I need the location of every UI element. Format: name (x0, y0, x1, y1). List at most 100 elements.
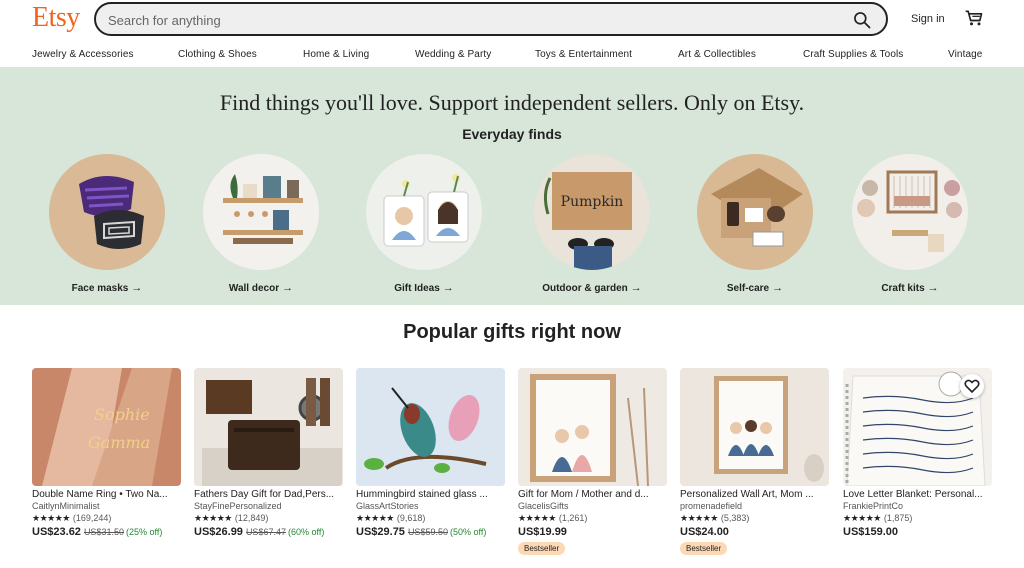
sale-price: US$24.00 (680, 526, 729, 538)
product-price: US$23.62 US$31.50 (25% off) (32, 526, 181, 538)
product-title[interactable]: Gift for Mom / Mother and d... (518, 489, 667, 500)
star-rating-icon: ★★★★★ (843, 513, 881, 523)
discount-label: (50% off) (449, 527, 487, 537)
everyday-find-gift-ideas[interactable]: Gift Ideas → (365, 154, 483, 294)
discount-label: (25% off) (125, 527, 163, 537)
category-jewelry[interactable]: Jewelry & Accessories (32, 49, 134, 60)
product-rating: ★★★★★ (9,618) (356, 513, 505, 524)
hero-subtitle: Everyday finds (462, 126, 562, 142)
header: Etsy Sign in (0, 0, 1024, 40)
self-care-label: Self-care → (726, 282, 784, 294)
product-title[interactable]: Hummingbird stained glass ... (356, 489, 505, 500)
product-title[interactable]: Double Name Ring • Two Na... (32, 489, 181, 500)
everyday-find-wall-decor[interactable]: Wall decor → (202, 154, 320, 294)
outdoor-garden-image: Pumpkin (534, 154, 650, 270)
category-art[interactable]: Art & Collectibles (678, 49, 756, 60)
product-price: US$159.00 (843, 526, 992, 538)
face-masks-label: Face masks → (71, 282, 143, 294)
product-card[interactable]: Gift for Mom / Mother and d... GlacelisG… (518, 368, 667, 556)
product-title[interactable]: Love Letter Blanket: Personal... (843, 489, 992, 500)
category-vintage[interactable]: Vintage (948, 49, 982, 60)
craft-kits-image (852, 154, 968, 270)
category-clothing[interactable]: Clothing & Shoes (178, 49, 257, 60)
product-rating: ★★★★★ (5,383) (680, 513, 829, 524)
product-image[interactable] (518, 368, 667, 486)
product-image[interactable]: Sophie Gamma (32, 368, 181, 486)
outdoor-garden-label: Outdoor & garden → (542, 282, 642, 294)
category-toys[interactable]: Toys & Entertainment (535, 49, 632, 60)
self-care-image (697, 154, 813, 270)
shop-name: GlacelisGifts (518, 501, 569, 511)
product-rating: ★★★★★ (169,244) (32, 513, 181, 524)
sign-in-link[interactable]: Sign in (911, 13, 945, 25)
product-card[interactable]: Love Letter Blanket: Personal... Frankie… (843, 368, 992, 538)
shop-name: FrankiePrintCo (843, 501, 904, 511)
sale-price: US$19.99 (518, 526, 567, 538)
sale-price: US$29.75 (356, 526, 405, 538)
bestseller-badge: Bestseller (680, 542, 728, 555)
face-masks-image (49, 154, 165, 270)
star-rating-icon: ★★★★★ (32, 513, 70, 523)
everyday-find-self-care[interactable]: Self-care → (696, 154, 814, 294)
star-rating-icon: ★★★★★ (356, 513, 394, 523)
product-title[interactable]: Personalized Wall Art, Mom ... (680, 489, 829, 500)
everyday-find-face-masks[interactable]: Face masks → (48, 154, 166, 294)
arrow-right-icon: → (630, 282, 642, 294)
heart-icon (964, 379, 980, 394)
product-rating: ★★★★★ (12,849) (194, 513, 343, 524)
product-card[interactable]: Hummingbird stained glass ... GlassArtSt… (356, 368, 505, 538)
product-title[interactable]: Fathers Day Gift for Dad,Pers... (194, 489, 343, 500)
category-wedding[interactable]: Wedding & Party (415, 49, 491, 60)
product-image[interactable] (680, 368, 829, 486)
svg-text:Sophie: Sophie (94, 405, 150, 424)
sale-price: US$159.00 (843, 526, 899, 538)
everyday-find-outdoor-garden[interactable]: Pumpkin Outdoor & garden → (533, 154, 651, 294)
review-count: (1,875) (883, 513, 913, 523)
category-home[interactable]: Home & Living (303, 49, 369, 60)
product-price: US$24.00 (680, 526, 829, 538)
product-rating: ★★★★★ (1,261) (518, 513, 667, 524)
wall-decor-label: Wall decor → (228, 282, 294, 294)
svg-text:Gamma: Gamma (88, 433, 150, 452)
search-input[interactable] (108, 10, 828, 30)
product-image[interactable] (194, 368, 343, 486)
search-icon[interactable] (852, 10, 872, 30)
popular-gifts-title: Popular gifts right now (403, 321, 621, 343)
product-price: US$29.75 US$59.50 (50% off) (356, 526, 505, 538)
product-image[interactable] (843, 368, 992, 486)
svg-text:Pumpkin: Pumpkin (561, 194, 624, 210)
everyday-find-craft-kits[interactable]: Craft kits → (851, 154, 969, 294)
product-card[interactable]: Personalized Wall Art, Mom ... promenade… (680, 368, 829, 556)
etsy-logo[interactable]: Etsy (32, 2, 80, 34)
sale-price: US$26.99 (194, 526, 243, 538)
category-craft[interactable]: Craft Supplies & Tools (803, 49, 903, 60)
star-rating-icon: ★★★★★ (518, 513, 556, 523)
review-count: (12,849) (234, 513, 269, 523)
review-count: (9,618) (396, 513, 426, 523)
product-rating: ★★★★★ (1,875) (843, 513, 992, 524)
favorite-button[interactable] (960, 374, 984, 398)
shop-name: CaitlynMinimalist (32, 501, 100, 511)
category-nav: Jewelry & Accessories Clothing & Shoes H… (0, 44, 1024, 68)
gift-ideas-label: Gift Ideas → (394, 282, 454, 294)
cart-icon[interactable] (964, 8, 984, 28)
craft-kits-label: Craft kits → (881, 282, 939, 294)
shop-name: StayFinePersonalized (194, 501, 282, 511)
shop-name: GlassArtStories (356, 501, 419, 511)
product-card[interactable]: Fathers Day Gift for Dad,Pers... StayFin… (194, 368, 343, 538)
arrow-right-icon: → (282, 282, 294, 294)
original-price: US$31.50 (83, 527, 124, 537)
hero-banner: Find things you'll love. Support indepen… (0, 68, 1024, 305)
product-image[interactable] (356, 368, 505, 486)
original-price: US$59.50 (407, 527, 448, 537)
arrow-right-icon: → (442, 282, 454, 294)
search-bar[interactable] (94, 2, 888, 36)
review-count: (1,261) (558, 513, 588, 523)
arrow-right-icon: → (772, 282, 784, 294)
discount-label: (60% off) (287, 527, 325, 537)
original-price: US$67.47 (245, 527, 286, 537)
product-card[interactable]: Sophie Gamma Double Name Ring • Two Na..… (32, 368, 181, 538)
hero-title: Find things you'll love. Support indepen… (219, 90, 805, 115)
shop-name: promenadefield (680, 501, 743, 511)
product-price: US$19.99 (518, 526, 667, 538)
